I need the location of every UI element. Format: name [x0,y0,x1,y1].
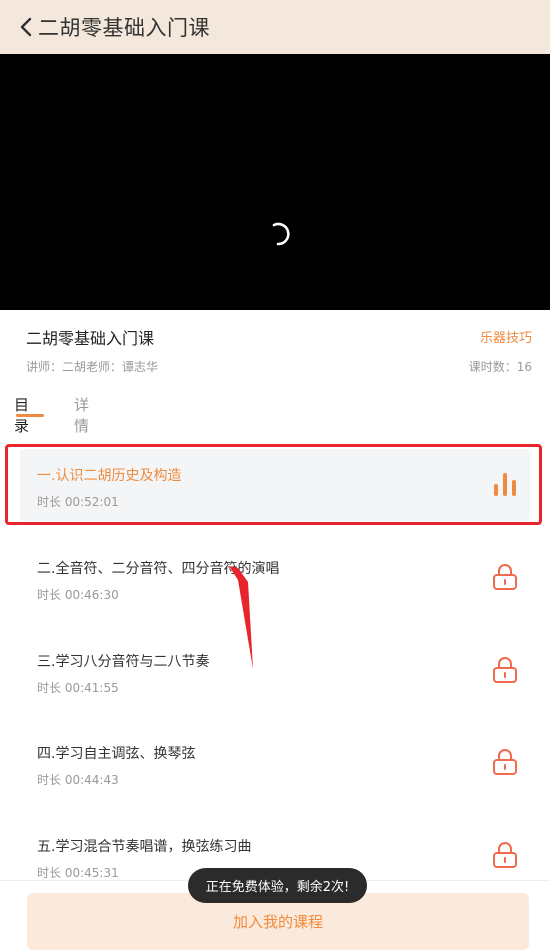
lock-icon [490,655,520,685]
lesson-item-2[interactable]: 二.全音符、二分音符、四分音符的演唱 时长 00:46:30 [20,542,530,614]
category-tag[interactable]: 乐器技巧 [480,327,532,346]
page-title: 二胡零基础入门课 [38,16,210,40]
lesson-name: 三.学习八分音符与二八节奏 [37,654,210,670]
lock-icon [490,840,520,870]
lock-icon [490,747,520,777]
course-title: 二胡零基础入门课 [26,329,155,348]
free-trial-toast: 正在免费体验，剩余2次! [188,868,367,903]
lesson-count: 课时数：16 [468,360,532,374]
lesson-name: 二.全音符、二分音符、四分音符的演唱 [37,561,280,577]
lesson-item-1[interactable]: 一.认识二胡历史及构造 时长 00:52:01 [20,449,530,521]
lesson-duration: 时长 00:45:31 [37,866,119,880]
lesson-name: 一.认识二胡历史及构造 [37,468,182,484]
app-header: 二胡零基础入门课 [0,0,550,54]
lesson-duration: 时长 00:46:30 [37,588,119,602]
lesson-name: 五.学习混合节奏唱谱，换弦练习曲 [37,839,252,855]
lesson-duration: 时长 00:52:01 [37,495,119,509]
lesson-item-4[interactable]: 四.学习自主调弦、换琴弦 时长 00:44:43 [20,727,530,799]
teacher-info: 讲师：二胡老师：谭志华 [26,360,159,374]
tab-details[interactable]: 详情 [74,394,89,436]
back-arrow-icon[interactable] [0,0,38,54]
lesson-duration: 时长 00:44:43 [37,773,119,787]
lesson-duration: 时长 00:41:55 [37,681,119,695]
lock-icon [490,562,520,592]
lesson-name: 四.学习自主调弦、换琴弦 [37,746,196,762]
lesson-item-3[interactable]: 三.学习八分音符与二八节奏 时长 00:41:55 [20,635,530,707]
playing-bars-icon [490,469,520,499]
video-player[interactable] [0,54,550,310]
loading-spinner-icon [272,222,290,246]
active-tab-indicator [16,414,44,417]
